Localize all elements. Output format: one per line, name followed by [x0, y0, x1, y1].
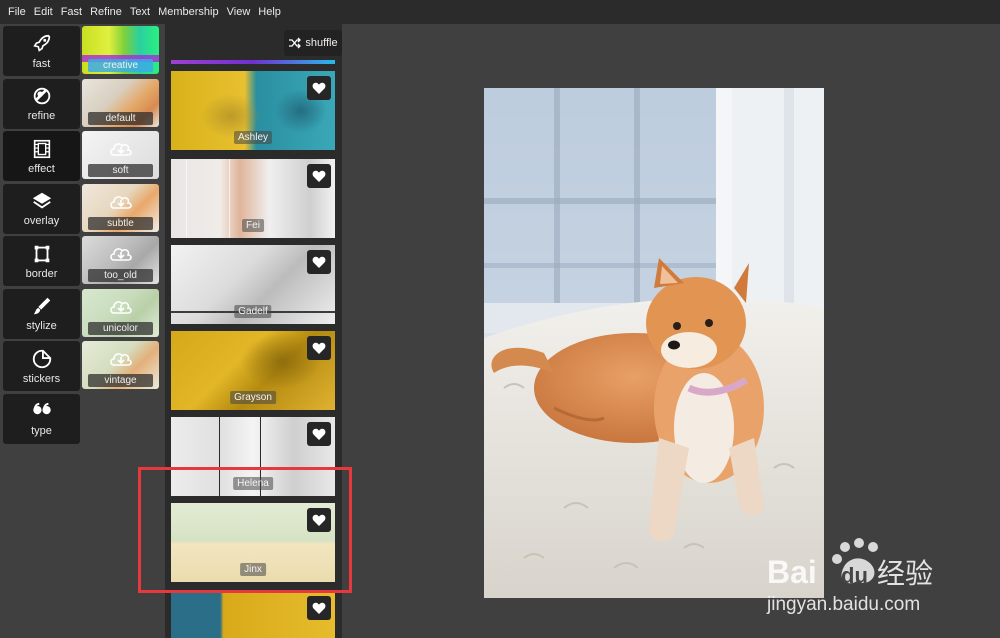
filter-name: Gadelf: [234, 305, 272, 318]
sticker-icon: [32, 349, 51, 368]
filter-ashley[interactable]: Ashley: [171, 71, 335, 150]
sub-default[interactable]: default: [82, 78, 159, 127]
tool-label: refine: [27, 110, 56, 122]
film-icon: [33, 139, 50, 158]
effect-category-list: creative default soft subtle too_old uni…: [82, 26, 160, 394]
menu-view[interactable]: View: [223, 0, 255, 24]
cloud-download-icon: [109, 300, 132, 314]
tool-label: stylize: [26, 320, 57, 332]
sub-too-old[interactable]: too_old: [82, 236, 159, 284]
menu-refine[interactable]: Refine: [86, 0, 126, 24]
filter-fei[interactable]: Fei: [171, 159, 335, 238]
baidu-watermark: Bai du 经验 jingyan.baidu.com: [765, 535, 965, 620]
sub-label: vintage: [88, 374, 153, 387]
rocket-icon: [32, 34, 50, 52]
sub-label: default: [88, 111, 153, 125]
heart-icon: [312, 256, 326, 268]
photo-canvas: [484, 88, 824, 598]
tool-sidebar: fast refine effect overlay border styliz…: [3, 26, 80, 446]
tool-refine[interactable]: refine: [3, 78, 80, 129]
baidu-paw-logo: Bai du 经验 jingyan.baidu.com: [766, 538, 933, 615]
filter-name: Ashley: [233, 131, 273, 144]
tool-fast[interactable]: fast: [3, 26, 80, 76]
sub-soft[interactable]: soft: [82, 131, 159, 179]
border-icon: [34, 245, 49, 262]
refine-icon: [33, 87, 50, 105]
sub-label: unicolor: [88, 321, 153, 335]
highlight-box: [138, 467, 352, 593]
tool-label: border: [25, 267, 58, 280]
heart-icon: [312, 170, 326, 182]
menu-membership[interactable]: Membership: [154, 0, 223, 24]
filter-gadelf[interactable]: Gadelf: [171, 245, 335, 324]
menubar: File Edit Fast Refine Text Membership Vi…: [0, 0, 1000, 24]
filter-name: Fei: [242, 219, 264, 232]
sub-unicolor[interactable]: unicolor: [82, 288, 159, 337]
sub-label: subtle: [88, 216, 153, 230]
tool-overlay[interactable]: overlay: [3, 183, 80, 234]
sub-creative[interactable]: creative: [82, 26, 159, 74]
filter-strip-partial: [171, 60, 335, 64]
dog-photo: [484, 88, 824, 598]
cloud-download-icon: [109, 195, 132, 209]
tool-label: effect: [28, 162, 55, 175]
heart-icon: [312, 342, 326, 354]
favorite-button[interactable]: [307, 76, 331, 100]
watermark-brand: Bai: [767, 554, 817, 590]
heart-icon: [312, 82, 326, 94]
tool-type[interactable]: type: [3, 393, 80, 444]
sub-subtle[interactable]: subtle: [82, 183, 159, 232]
cloud-download-icon: [109, 143, 132, 156]
shuffle-button[interactable]: shuffle: [284, 30, 342, 56]
favorite-button[interactable]: [307, 164, 331, 188]
watermark-brand2: du: [841, 563, 868, 588]
sub-label: soft: [88, 164, 153, 177]
tool-label: overlay: [23, 215, 60, 227]
menu-help[interactable]: Help: [254, 0, 285, 24]
favorite-button[interactable]: [307, 250, 331, 274]
tool-effect[interactable]: effect: [3, 131, 80, 181]
heart-icon: [312, 602, 326, 614]
tool-label: fast: [32, 57, 51, 70]
watermark-url: jingyan.baidu.com: [766, 594, 920, 615]
layers-icon: [32, 192, 51, 209]
quote-icon: [32, 402, 51, 415]
brush-icon: [33, 297, 50, 315]
sub-vintage[interactable]: vintage: [82, 341, 159, 389]
cloud-download-icon: [109, 248, 132, 261]
favorite-button[interactable]: [307, 596, 331, 620]
tool-border[interactable]: border: [3, 236, 80, 286]
favorite-button[interactable]: [307, 336, 331, 360]
sub-label: too_old: [88, 269, 153, 282]
favorite-button[interactable]: [307, 422, 331, 446]
cloud-download-icon: [109, 353, 132, 366]
filter-next-partial[interactable]: [171, 591, 335, 638]
tool-label: type: [31, 425, 52, 437]
sub-label: creative: [88, 59, 153, 72]
watermark-cn: 经验: [877, 557, 933, 590]
tool-label: stickers: [22, 372, 61, 385]
menu-fast[interactable]: Fast: [57, 0, 86, 24]
shuffle-icon: [289, 37, 302, 49]
menu-text[interactable]: Text: [126, 0, 154, 24]
tool-stickers[interactable]: stickers: [3, 341, 80, 391]
heart-icon: [312, 428, 326, 440]
filter-grayson[interactable]: Grayson: [171, 331, 335, 410]
shuffle-label: shuffle: [305, 37, 338, 49]
filter-name: Grayson: [230, 391, 276, 404]
tool-stylize[interactable]: stylize: [3, 288, 80, 339]
menu-edit[interactable]: Edit: [30, 0, 57, 24]
menu-file[interactable]: File: [4, 0, 30, 24]
